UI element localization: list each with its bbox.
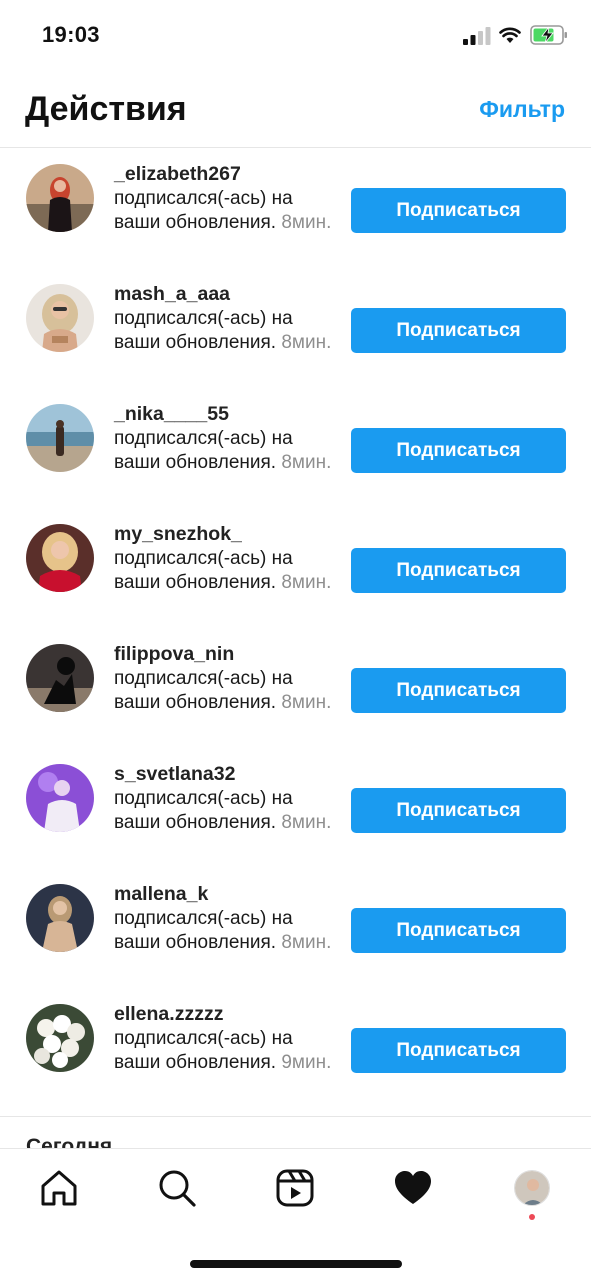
follow-button[interactable]: Подписаться [351,428,566,473]
cellular-signal-icon [463,27,491,45]
activity-list: _elizabeth267 подписался(-ась) на ваши о… [0,148,591,1108]
action-text: подписался(-ась) на ваши обновления. [114,1028,293,1073]
action-text: подписался(-ась) на ваши обновления. [114,548,293,593]
avatar[interactable] [26,284,94,352]
activity-text: my_snezhok_ подписался(-ась) на ваши обн… [114,522,340,595]
battery-charging-icon [530,25,567,45]
avatar[interactable] [26,1004,94,1072]
notification-dot [529,1214,535,1220]
activity-row[interactable]: ellena.zzzzz подписался(-ась) на ваши об… [0,988,591,1108]
section-divider [0,1116,591,1117]
activity-text: _nika____55 подписался(-ась) на ваши обн… [114,402,340,475]
timestamp: 8мин. [281,812,332,833]
activity-text: filippova_nin подписался(-ась) на ваши о… [114,642,340,715]
username-link[interactable]: mallena_k [114,883,208,905]
activity-text: s_svetlana32 подписался(-ась) на ваши об… [114,762,340,835]
activity-row[interactable]: _elizabeth267 подписался(-ась) на ваши о… [0,148,591,268]
timestamp: 8мин. [281,452,332,473]
avatar[interactable] [26,764,94,832]
home-indicator [190,1260,402,1268]
follow-button[interactable]: Подписаться [351,788,566,833]
username-link[interactable]: ellena.zzzzz [114,1003,223,1025]
action-text: подписался(-ась) на ваши обновления. [114,668,293,713]
status-bar: 19:03 [0,0,591,72]
avatar[interactable] [26,404,94,472]
username-link[interactable]: mash_a_aaa [114,283,230,305]
home-icon [41,1170,77,1206]
activity-row[interactable]: _nika____55 подписался(-ась) на ваши обн… [0,388,591,508]
reels-icon [276,1169,314,1207]
timestamp: 8мин. [281,932,332,953]
follow-button[interactable]: Подписаться [351,548,566,593]
activity-row[interactable]: s_svetlana32 подписался(-ась) на ваши об… [0,748,591,868]
action-text: подписался(-ась) на ваши обновления. [114,908,293,953]
activity-text: ellena.zzzzz подписался(-ась) на ваши об… [114,1002,340,1075]
filter-button[interactable]: Фильтр [479,96,565,123]
activity-row[interactable]: my_snezhok_ подписался(-ась) на ваши обн… [0,508,591,628]
tab-profile-avatar[interactable] [514,1170,550,1206]
page-title: Действия [25,90,187,128]
follow-button[interactable]: Подписаться [351,308,566,353]
username-link[interactable]: my_snezhok_ [114,523,242,545]
avatar[interactable] [26,884,94,952]
heart-icon [395,1171,431,1204]
section-header-today: Сегодня [26,1135,113,1149]
username-link[interactable]: s_svetlana32 [114,763,235,785]
activity-text: mallena_k подписался(-ась) на ваши обнов… [114,882,340,955]
username-link[interactable]: _nika____55 [114,403,229,425]
action-text: подписался(-ась) на ваши обновления. [114,428,293,473]
username-link[interactable]: filippova_nin [114,643,234,665]
timestamp: 8мин. [281,212,332,233]
action-text: подписался(-ась) на ваши обновления. [114,788,293,833]
timestamp: 8мин. [281,692,332,713]
avatar[interactable] [26,644,94,712]
avatar[interactable] [26,524,94,592]
follow-button[interactable]: Подписаться [351,668,566,713]
timestamp: 9мин. [281,1052,332,1073]
activity-row[interactable]: filippova_nin подписался(-ась) на ваши о… [0,628,591,748]
tab-home[interactable] [38,1167,80,1209]
follow-button[interactable]: Подписаться [351,908,566,953]
status-time: 19:03 [42,22,100,47]
search-icon [159,1170,196,1207]
tab-reels[interactable] [274,1167,316,1209]
action-text: подписался(-ась) на ваши обновления. [114,188,293,233]
username-link[interactable]: _elizabeth267 [114,163,241,185]
activity-row[interactable]: mallena_k подписался(-ась) на ваши обнов… [0,868,591,988]
bottom-tab-bar [0,1148,591,1280]
activity-row[interactable]: mash_a_aaa подписался(-ась) на ваши обно… [0,268,591,388]
timestamp: 8мин. [281,572,332,593]
activity-text: _elizabeth267 подписался(-ась) на ваши о… [114,162,340,235]
follow-button[interactable]: Подписаться [351,1028,566,1073]
follow-button[interactable]: Подписаться [351,188,566,233]
action-text: подписался(-ась) на ваши обновления. [114,308,293,353]
tab-search[interactable] [156,1167,198,1209]
timestamp: 8мин. [281,332,332,353]
activity-text: mash_a_aaa подписался(-ась) на ваши обно… [114,282,340,355]
wifi-icon [499,27,521,43]
avatar[interactable] [26,164,94,232]
header: Действия Фильтр [0,72,591,148]
tab-activity[interactable] [392,1167,434,1209]
